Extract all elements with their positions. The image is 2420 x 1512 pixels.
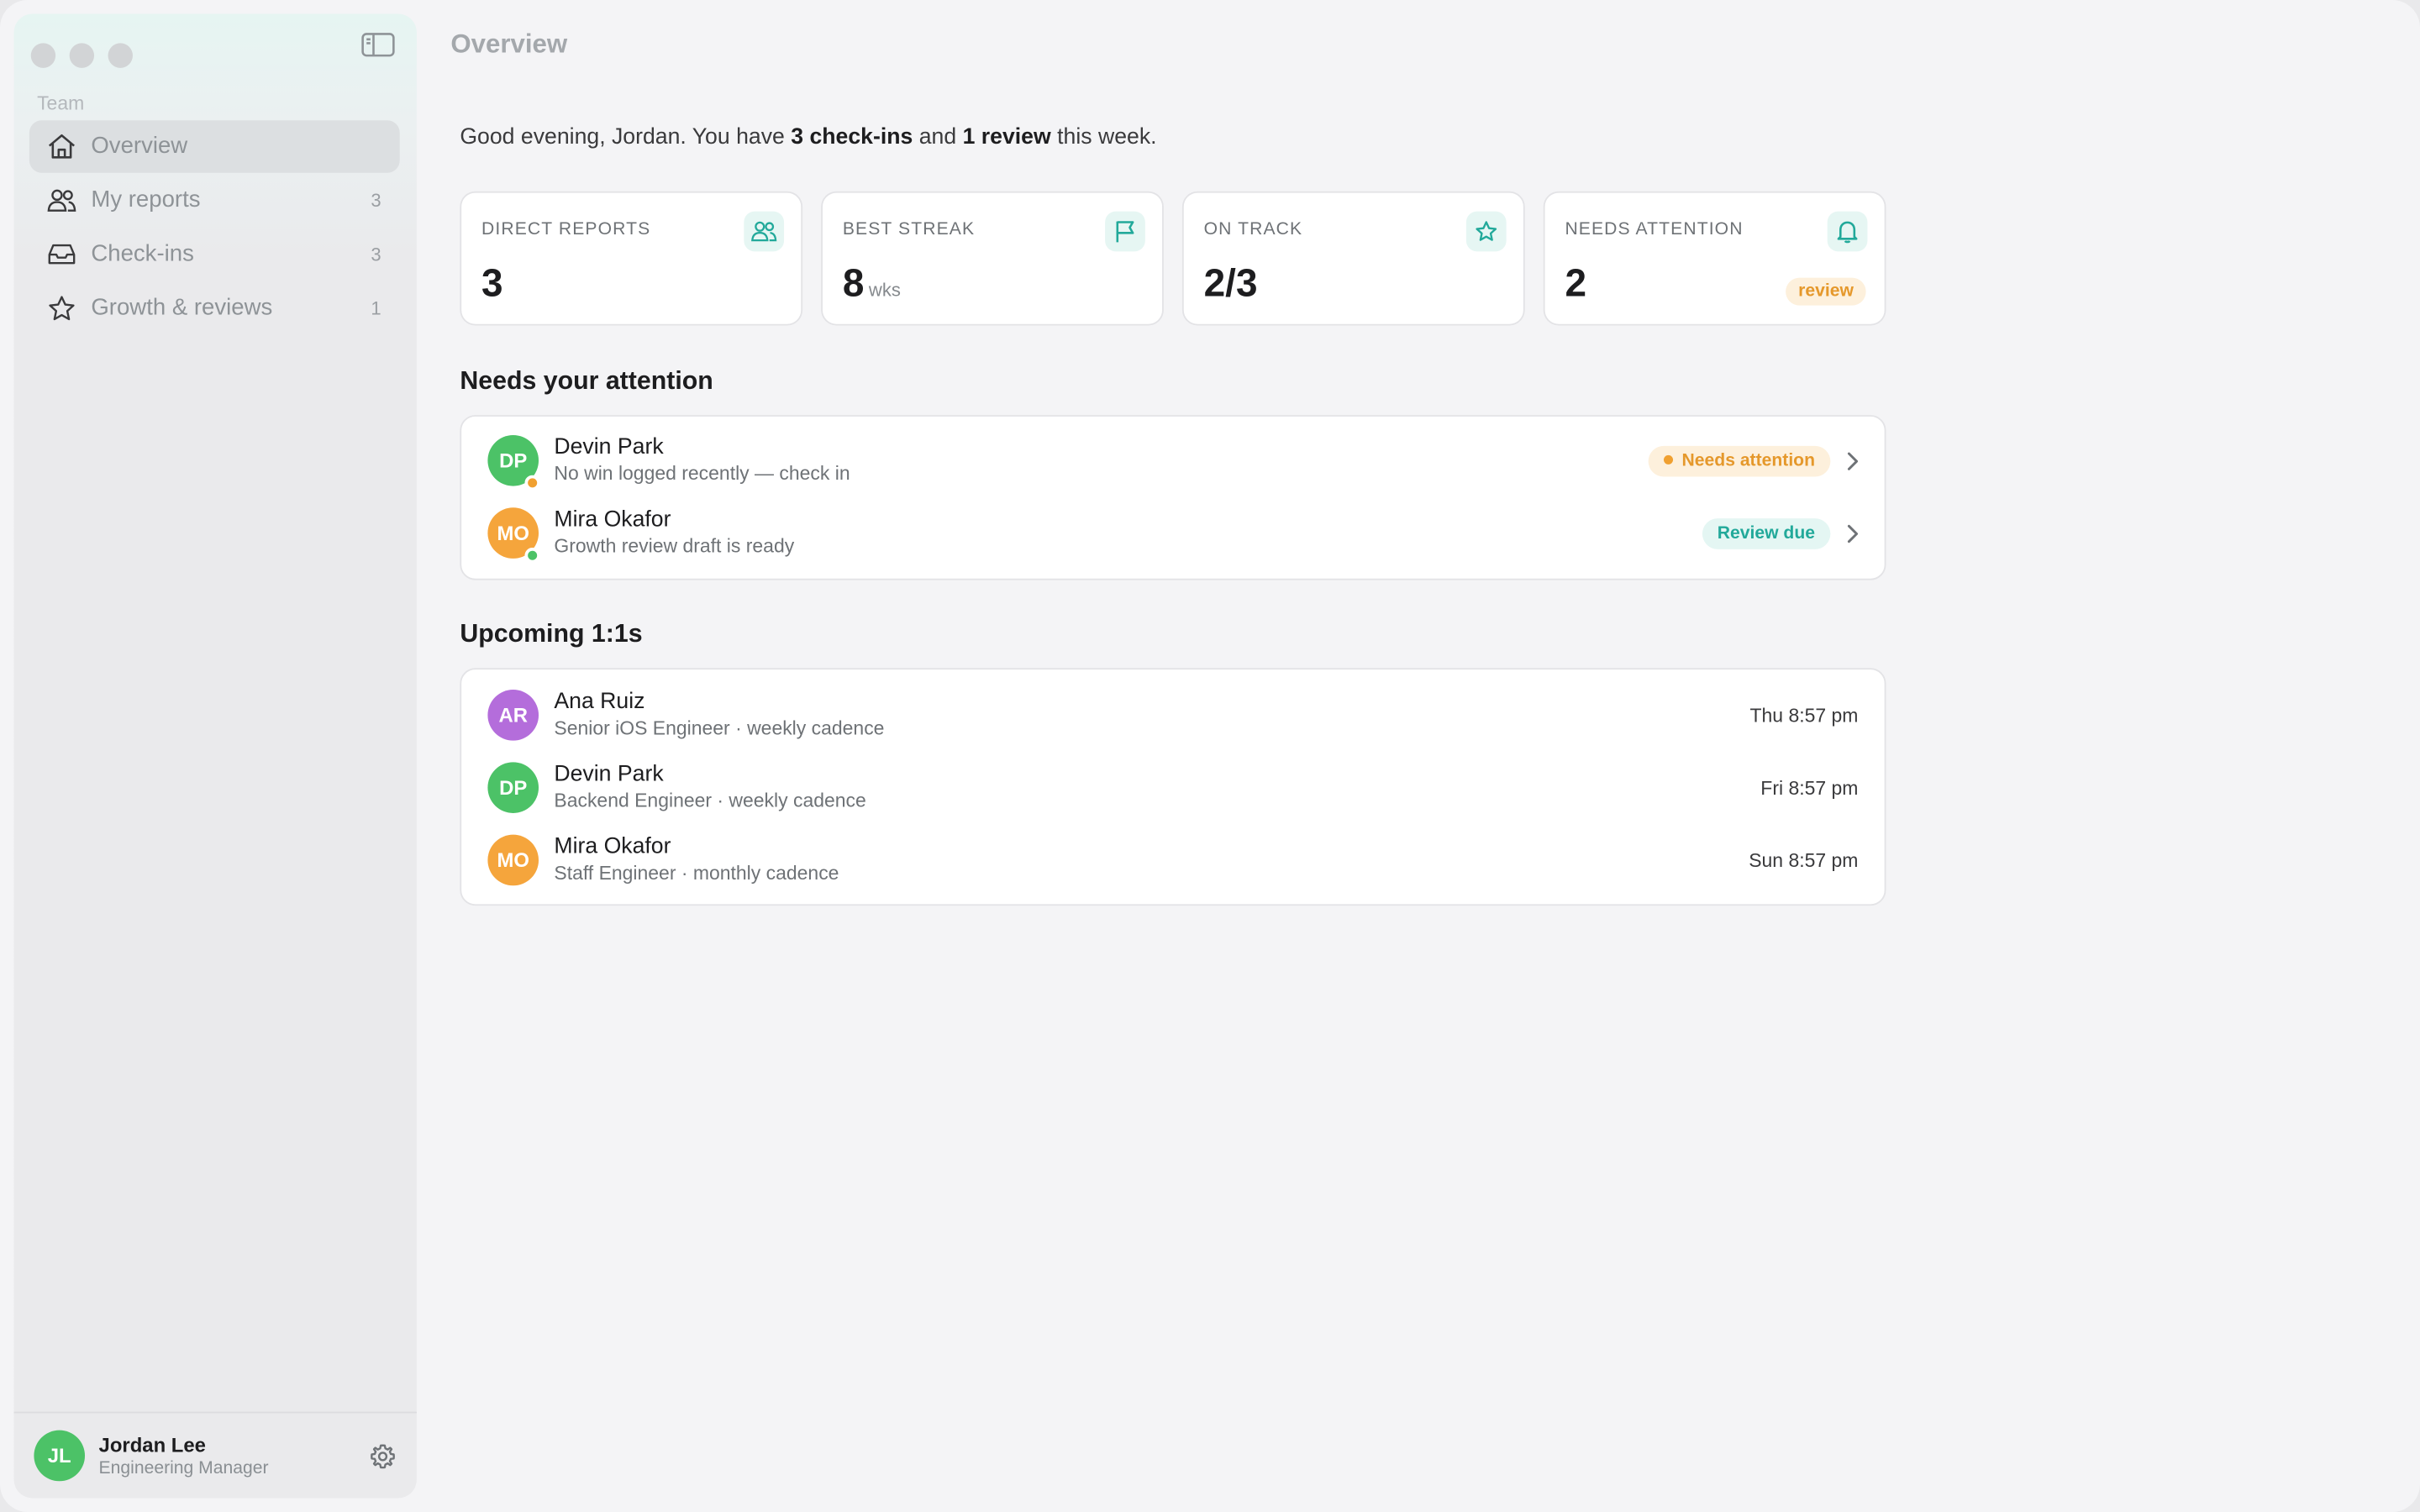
row-name: Devin Park bbox=[554, 762, 664, 787]
bell-icon bbox=[1827, 211, 1868, 252]
attention-row-devin-park[interactable]: DP Devin Park No win logged recently — c… bbox=[461, 426, 1884, 498]
house-icon bbox=[46, 133, 77, 160]
zoom-window-button[interactable] bbox=[108, 43, 133, 68]
needs-attention-badge: Needs attention bbox=[1648, 445, 1831, 477]
upcoming-row-mira-okafor[interactable]: MO Mira Okafor Staff Engineer · monthly … bbox=[461, 826, 1884, 898]
sidebar-item-label: Overview bbox=[91, 132, 188, 160]
row-subtitle: Backend Engineer · weekly cadence bbox=[554, 790, 866, 812]
gear-icon[interactable] bbox=[369, 1442, 397, 1470]
user-name: Jordan Lee bbox=[98, 1433, 206, 1457]
stat-card-best-streak: BEST STREAK 8 wks bbox=[821, 191, 1164, 326]
sidebar-item-label: Check-ins bbox=[91, 240, 194, 267]
sidebar-section-label: Team bbox=[37, 92, 85, 114]
sidebar-divider bbox=[13, 1411, 417, 1414]
sidebar-item-check-ins[interactable]: Check-ins 3 bbox=[29, 228, 400, 281]
sidebar-item-label: My reports bbox=[91, 186, 201, 213]
attention-list: DP Devin Park No win logged recently — c… bbox=[460, 415, 1886, 580]
page: Team Overview My reports 3 Check-ins 3 G… bbox=[0, 0, 2420, 1512]
status-dot bbox=[524, 548, 540, 564]
star-icon bbox=[46, 295, 77, 323]
people-icon bbox=[744, 211, 785, 252]
stat-label: ON TRACK bbox=[1203, 220, 1303, 239]
stat-value: 2/3 bbox=[1203, 262, 1258, 306]
minimize-window-button[interactable] bbox=[69, 43, 95, 68]
stat-label: BEST STREAK bbox=[842, 220, 976, 239]
attention-row-mira-okafor[interactable]: MO Mira Okafor Growth review draft is re… bbox=[461, 498, 1884, 570]
row-name: Devin Park bbox=[554, 434, 664, 460]
upcoming-row-devin-park[interactable]: DP Devin Park Backend Engineer · weekly … bbox=[461, 753, 1884, 825]
sidebar-item-count: 3 bbox=[371, 244, 381, 265]
page-title: Overview bbox=[450, 29, 568, 59]
sidebar: Team Overview My reports 3 Check-ins 3 G… bbox=[13, 13, 417, 1499]
close-window-button[interactable] bbox=[30, 43, 56, 68]
user-avatar[interactable]: JL bbox=[34, 1430, 86, 1482]
section-title-attention: Needs your attention bbox=[460, 367, 713, 396]
chevron-right-icon[interactable] bbox=[1844, 522, 1860, 546]
upcoming-list: AR Ana Ruiz Senior iOS Engineer · weekly… bbox=[460, 668, 1886, 906]
row-name: Ana Ruiz bbox=[554, 690, 645, 715]
row-subtitle: Senior iOS Engineer · weekly cadence bbox=[554, 717, 885, 739]
flag-icon bbox=[1105, 211, 1145, 252]
row-name: Mira Okafor bbox=[554, 834, 671, 860]
row-name: Mira Okafor bbox=[554, 507, 671, 533]
stat-card-on-track: ON TRACK 2/3 bbox=[1181, 191, 1525, 326]
sidebar-item-my-reports[interactable]: My reports 3 bbox=[29, 175, 400, 227]
stat-card-direct-reports: DIRECT REPORTS 3 bbox=[460, 191, 803, 326]
row-subtitle: Staff Engineer · monthly cadence bbox=[554, 862, 839, 885]
avatar: AR bbox=[487, 690, 539, 741]
row-subtitle: Growth review draft is ready bbox=[554, 535, 795, 558]
app-window: Team Overview My reports 3 Check-ins 3 G… bbox=[0, 0, 2420, 1512]
stat-label: NEEDS ATTENTION bbox=[1565, 220, 1744, 239]
sidebar-item-count: 3 bbox=[371, 189, 381, 212]
stat-value: 8 wks bbox=[842, 262, 901, 306]
section-title-upcoming: Upcoming 1:1s bbox=[460, 620, 643, 648]
user-role: Engineering Manager bbox=[98, 1459, 269, 1478]
meeting-time: Thu 8:57 pm bbox=[1749, 705, 1859, 727]
stat-unit: wks bbox=[868, 279, 901, 302]
row-subtitle: No win logged recently — check in bbox=[554, 463, 850, 485]
checkins-count: 3 check-ins bbox=[791, 124, 913, 150]
stat-label: DIRECT REPORTS bbox=[481, 220, 651, 239]
status-dot-icon bbox=[1663, 454, 1673, 465]
meeting-time: Sun 8:57 pm bbox=[1749, 850, 1859, 872]
sidebar-item-overview[interactable]: Overview bbox=[29, 120, 400, 173]
status-badge: review bbox=[1786, 277, 1866, 306]
stat-card-needs-attention: NEEDS ATTENTION 2 review bbox=[1543, 191, 1886, 326]
sidebar-item-growth-reviews[interactable]: Growth & reviews 1 bbox=[29, 282, 400, 334]
review-due-badge: Review due bbox=[1702, 518, 1831, 549]
people-icon bbox=[46, 186, 77, 214]
sidebar-item-label: Growth & reviews bbox=[91, 294, 273, 322]
chevron-right-icon[interactable] bbox=[1844, 449, 1860, 473]
reviews-count: 1 review bbox=[962, 124, 1051, 150]
sidebar-toggle-icon[interactable] bbox=[361, 33, 395, 57]
sidebar-item-count: 1 bbox=[371, 297, 381, 320]
star-icon bbox=[1465, 211, 1507, 252]
meeting-time: Fri 8:57 pm bbox=[1760, 777, 1859, 800]
inbox-icon bbox=[46, 241, 77, 269]
status-dot bbox=[524, 475, 540, 491]
greeting-text: Good evening, Jordan. You have 3 check-i… bbox=[460, 124, 1157, 150]
avatar: DP bbox=[487, 762, 539, 813]
stat-value: 2 bbox=[1565, 262, 1586, 306]
avatar: MO bbox=[487, 834, 539, 886]
upcoming-row-ana-ruiz[interactable]: AR Ana Ruiz Senior iOS Engineer · weekly… bbox=[461, 680, 1884, 753]
stat-value: 3 bbox=[481, 262, 503, 306]
